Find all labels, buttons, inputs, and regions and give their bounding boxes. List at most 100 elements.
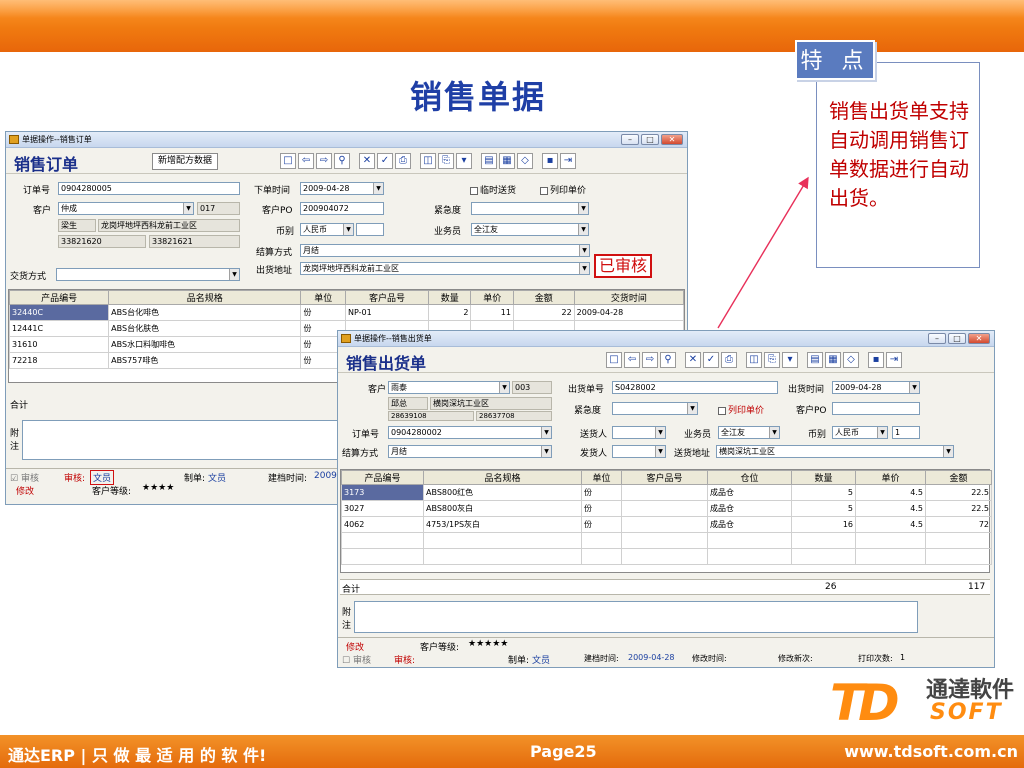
table-cell[interactable]	[621, 500, 708, 517]
table-row[interactable]: 4062 4753/1PS灰白份 成品仓 16 4.5 72	[341, 516, 992, 533]
table-cell[interactable]: 成品仓	[707, 484, 792, 501]
column-header[interactable]: 品名规格	[423, 470, 582, 485]
exchange-rate-field[interactable]	[356, 223, 384, 236]
search-icon[interactable]: ⚲	[334, 153, 350, 169]
chevron-down-icon[interactable]: ▼	[579, 245, 589, 256]
table-cell[interactable]	[925, 548, 992, 565]
table-cell[interactable]	[791, 548, 856, 565]
table-cell[interactable]	[791, 532, 856, 549]
column-header[interactable]: 数量	[427, 290, 472, 305]
exit-icon[interactable]: ⇥	[560, 153, 576, 169]
delete-icon[interactable]: ✕	[685, 352, 701, 368]
search-icon[interactable]: ⚲	[660, 352, 676, 368]
close-button[interactable]: ✕	[661, 134, 683, 145]
back-icon[interactable]: ⇦	[298, 153, 314, 169]
table-cell[interactable]: ABS757啡色	[108, 352, 302, 369]
table-cell[interactable]: 22	[512, 304, 575, 321]
column-header[interactable]: 单价	[470, 290, 514, 305]
minimize-button[interactable]: –	[928, 333, 946, 344]
ship-customer-po-field[interactable]	[832, 402, 920, 415]
order-note-field[interactable]	[22, 420, 342, 460]
approve-icon[interactable]: ◇	[843, 352, 859, 368]
deliverer-field[interactable]: ▼	[612, 426, 666, 439]
customer-po-field[interactable]: 200904072	[300, 202, 384, 215]
ship-order-no-field[interactable]: 0904280002 ▼	[388, 426, 552, 439]
chevron-down-icon[interactable]: ▼	[578, 224, 588, 235]
table-cell[interactable]: 22.5	[925, 484, 992, 501]
chevron-down-icon[interactable]: ▼	[541, 446, 551, 457]
table-cell[interactable]	[341, 532, 424, 549]
print-icon[interactable]: ⎙	[395, 153, 411, 169]
column-header[interactable]: 产品编号	[8, 290, 110, 305]
table-cell[interactable]: ABS800灰白	[423, 500, 582, 517]
table-cell[interactable]: ABS台化啡色	[108, 304, 302, 321]
ship-urgency-field[interactable]: ▼	[612, 402, 698, 415]
forward-icon[interactable]: ⇨	[316, 153, 332, 169]
table-row[interactable]	[341, 548, 992, 565]
save-icon[interactable]: ▪	[542, 153, 558, 169]
new-formula-button[interactable]: 新增配方数据	[152, 153, 219, 170]
table-cell[interactable]: 31610	[8, 336, 110, 353]
check-icon[interactable]: ✓	[377, 153, 393, 169]
table-cell[interactable]	[925, 532, 992, 549]
table-cell[interactable]: 72	[925, 516, 992, 533]
table-cell[interactable]: 4062	[341, 516, 424, 533]
table-cell[interactable]: 份	[581, 484, 622, 501]
deliver-field[interactable]: ▼	[56, 268, 240, 281]
table-cell[interactable]: ABS800红色	[423, 484, 582, 501]
table-cell[interactable]: ABS水口料咖啡色	[108, 336, 302, 353]
table-cell[interactable]	[707, 548, 792, 565]
column-header[interactable]: 单价	[855, 470, 926, 485]
table-cell[interactable]	[855, 548, 926, 565]
column-header[interactable]: 金额	[512, 290, 575, 305]
column-header[interactable]: 金额	[925, 470, 992, 485]
table-cell[interactable]	[855, 532, 926, 549]
chevron-down-icon[interactable]: ▼	[655, 427, 665, 438]
table-cell[interactable]: 份	[300, 304, 346, 321]
table-cell[interactable]: 成品仓	[707, 516, 792, 533]
column-header[interactable]: 客户品号	[344, 290, 429, 305]
exit-icon[interactable]: ⇥	[886, 352, 902, 368]
forward-icon[interactable]: ⇨	[642, 352, 658, 368]
ship-rate-field[interactable]: 1	[892, 426, 920, 439]
table-cell[interactable]	[621, 484, 708, 501]
chevron-down-icon[interactable]: ▼	[769, 427, 779, 438]
close-button[interactable]: ✕	[968, 333, 990, 344]
ship-salesman-field[interactable]: 全江友 ▼	[718, 426, 780, 439]
temp-ship-checkbox[interactable]: 临时送货	[470, 183, 516, 196]
column-header[interactable]: 品名规格	[108, 290, 302, 305]
table-cell[interactable]: ABS台化肤色	[108, 320, 302, 337]
print-icon[interactable]: ⎙	[721, 352, 737, 368]
chevron-down-icon[interactable]: ▼	[909, 382, 919, 393]
table-cell[interactable]: NP-01	[344, 304, 429, 321]
table-cell[interactable]	[707, 532, 792, 549]
table-cell[interactable]: 2	[427, 304, 472, 321]
table-cell[interactable]: 3173	[341, 484, 424, 501]
chevron-down-icon[interactable]: ▼	[343, 224, 353, 235]
new-icon[interactable]: □	[280, 153, 296, 169]
new-icon[interactable]: □	[606, 352, 622, 368]
check-icon[interactable]: ✓	[703, 352, 719, 368]
table-cell[interactable]	[621, 532, 708, 549]
table-row[interactable]: 3173 ABS800红色份 成品仓 5 4.5 22.5	[341, 484, 992, 501]
chevron-down-icon[interactable]: ▼	[541, 427, 551, 438]
column-header[interactable]: 产品编号	[341, 470, 424, 485]
print-price-checkbox[interactable]: 列印单价	[540, 183, 586, 196]
table-cell[interactable]	[423, 532, 582, 549]
table-cell[interactable]	[581, 532, 622, 549]
chevron-down-icon[interactable]: ▼	[578, 203, 588, 214]
table-cell[interactable]	[621, 516, 708, 533]
table-cell[interactable]: 4.5	[855, 484, 926, 501]
print-options-icon[interactable]: ▾	[456, 153, 472, 169]
table-cell[interactable]: 11	[470, 304, 514, 321]
customer-field[interactable]: 仲成 ▼	[58, 202, 194, 215]
ship-no-field[interactable]: S0428002	[612, 381, 778, 394]
print-setup-icon[interactable]: ⎘	[438, 153, 454, 169]
column-header[interactable]: 仓位	[707, 470, 792, 485]
order-time-field[interactable]: 2009-04-28 ▼	[300, 182, 384, 195]
urgency-field[interactable]: ▼	[471, 202, 589, 215]
table-cell[interactable]: 32440C	[8, 304, 110, 321]
minimize-button[interactable]: –	[621, 134, 639, 145]
chevron-down-icon[interactable]: ▼	[183, 203, 193, 214]
lock-icon[interactable]: ▦	[825, 352, 841, 368]
